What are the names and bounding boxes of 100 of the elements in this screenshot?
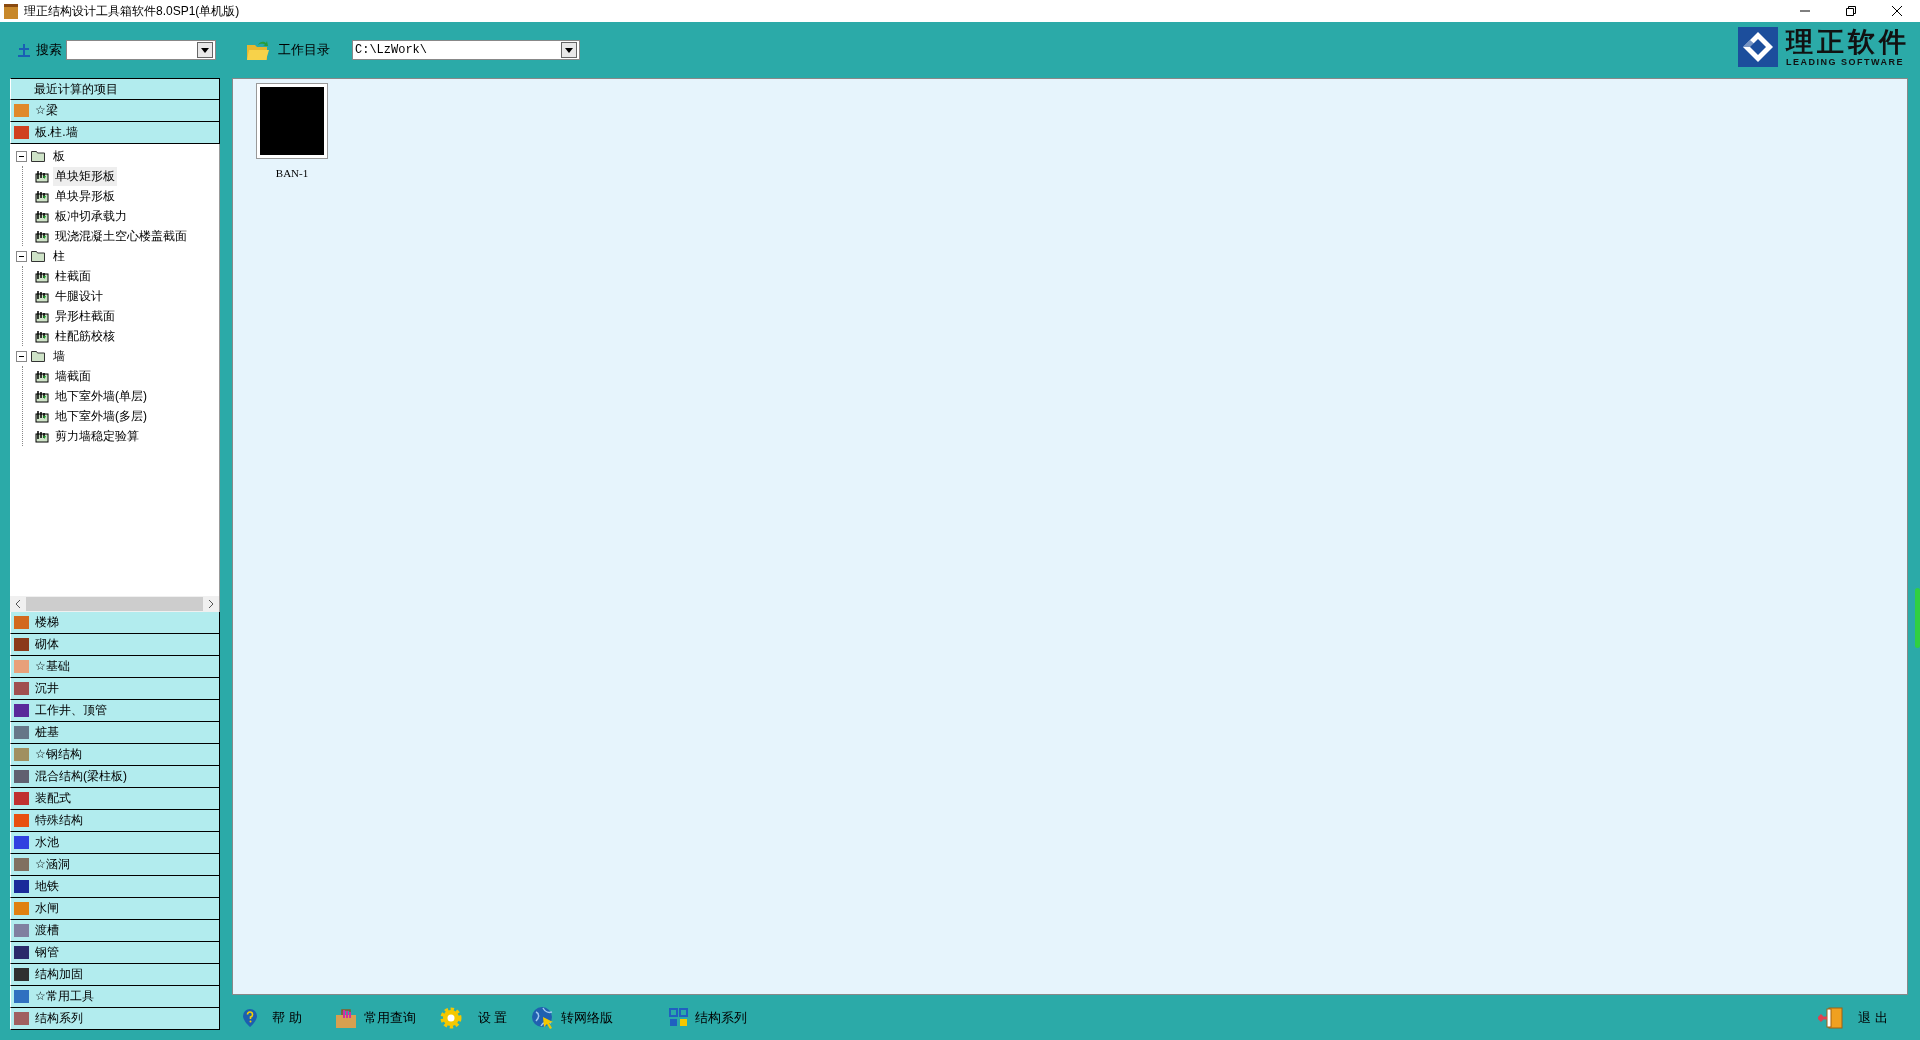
category-label: 装配式 xyxy=(35,790,71,807)
collapse-icon[interactable] xyxy=(16,150,27,162)
tree-item[interactable]: 地下室外墙(多层) xyxy=(53,406,149,426)
category-item[interactable]: 水池 xyxy=(10,832,220,854)
category-item[interactable]: ☆常用工具 xyxy=(10,986,220,1008)
tree-group[interactable]: 柱 xyxy=(51,246,67,266)
tree-item[interactable]: 柱配筋校核 xyxy=(53,326,117,346)
category-label: 渡槽 xyxy=(35,922,59,939)
category-item[interactable]: 地铁 xyxy=(10,876,220,898)
horizontal-scrollbar[interactable] xyxy=(10,596,219,612)
calculator-icon xyxy=(35,189,49,203)
category-icon xyxy=(14,770,29,783)
header-label: ☆梁 xyxy=(35,102,58,119)
collapse-icon[interactable] xyxy=(16,250,27,262)
category-label: 工作井、顶管 xyxy=(35,702,107,719)
workdir-field[interactable]: C:\LzWork\ xyxy=(352,40,580,60)
category-icon xyxy=(14,682,29,695)
tree-item[interactable]: 板冲切承载力 xyxy=(53,206,129,226)
tree-item[interactable]: 牛腿设计 xyxy=(53,286,105,306)
category-item[interactable]: ☆基础 xyxy=(10,656,220,678)
logo-icon xyxy=(1738,27,1778,67)
category-item[interactable]: 结构系列 xyxy=(10,1008,220,1030)
help-icon xyxy=(242,1007,258,1028)
button-label: 帮 助 xyxy=(272,1008,302,1027)
tree-item[interactable]: 单块矩形板 xyxy=(53,166,117,186)
calculator-icon xyxy=(35,269,49,283)
tree-item[interactable]: 剪力墙稳定验算 xyxy=(53,426,141,446)
category-item[interactable]: 砌体 xyxy=(10,634,220,656)
category-label: 特殊结构 xyxy=(35,812,83,829)
category-item[interactable]: 钢管 xyxy=(10,942,220,964)
folder-icon xyxy=(31,250,45,262)
header-label: 最近计算的项目 xyxy=(34,80,118,98)
category-item[interactable]: 沉井 xyxy=(10,678,220,700)
category-item[interactable]: 装配式 xyxy=(10,788,220,810)
bottom-button[interactable]: 转网络版 xyxy=(531,1005,614,1030)
category-icon xyxy=(14,902,29,915)
category-icon xyxy=(14,792,29,805)
tree-group[interactable]: 墙 xyxy=(51,346,67,366)
tree-item[interactable]: 异形柱截面 xyxy=(53,306,117,326)
category-item[interactable]: 工作井、顶管 xyxy=(10,700,220,722)
calculator-icon xyxy=(35,429,49,443)
scrollbar-thumb[interactable] xyxy=(26,597,203,611)
category-item[interactable]: 渡槽 xyxy=(10,920,220,942)
sidebar-header[interactable]: ☆梁 xyxy=(10,100,220,122)
category-label: ☆钢结构 xyxy=(35,746,82,763)
category-icon xyxy=(14,638,29,651)
collapse-icon[interactable] xyxy=(16,350,27,362)
category-item[interactable]: 楼梯 xyxy=(10,612,220,634)
calculator-icon xyxy=(35,209,49,223)
tree-item[interactable]: 柱截面 xyxy=(53,266,93,286)
category-label: 桩基 xyxy=(35,724,59,741)
calculator-icon xyxy=(35,309,49,323)
calculator-icon xyxy=(35,329,49,343)
category-item[interactable]: ☆钢结构 xyxy=(10,744,220,766)
exit-button[interactable]: 退 出 xyxy=(1818,1005,1888,1030)
category-label: 水闸 xyxy=(35,900,59,917)
bottom-button[interactable]: 结构系列 xyxy=(669,1007,748,1028)
tree-group[interactable]: 板 xyxy=(51,146,67,166)
category-icon xyxy=(14,748,29,761)
bottom-button[interactable]: 帮 助 xyxy=(242,1007,310,1028)
button-label: 退 出 xyxy=(1858,1008,1888,1027)
restore-icon[interactable] xyxy=(1845,5,1857,17)
category-label: 沉井 xyxy=(35,680,59,697)
category-item[interactable]: 混合结构(梁柱板) xyxy=(10,766,220,788)
category-item[interactable]: ☆涵洞 xyxy=(10,854,220,876)
category-icon xyxy=(14,968,29,981)
category-label: 楼梯 xyxy=(35,614,59,631)
category-icon xyxy=(14,1012,29,1025)
calculator-icon xyxy=(35,409,49,423)
category-icon xyxy=(14,704,29,717)
bottom-button[interactable]: 设 置 xyxy=(439,1006,508,1029)
calculator-icon xyxy=(35,389,49,403)
button-label: 转网络版 xyxy=(561,1008,614,1027)
file-name[interactable]: BAN-1 xyxy=(275,167,309,179)
sidebar-header[interactable]: 板.柱.墙 xyxy=(10,122,220,144)
category-item[interactable]: 水闸 xyxy=(10,898,220,920)
category-item[interactable]: 结构加固 xyxy=(10,964,220,986)
calculator-icon xyxy=(35,369,49,383)
close-icon[interactable] xyxy=(1891,5,1903,17)
tree-item[interactable]: 现浇混凝土空心楼盖截面 xyxy=(53,226,189,246)
category-label: 砌体 xyxy=(35,636,59,653)
category-icon xyxy=(14,726,29,739)
search-field[interactable] xyxy=(66,40,216,60)
calculator-icon xyxy=(35,229,49,243)
category-icon xyxy=(14,946,29,959)
logo-name: 理正软件 xyxy=(1786,27,1910,57)
bottom-button[interactable]: 常用查询 xyxy=(333,1006,416,1029)
tree-item[interactable]: 地下室外墙(单层) xyxy=(53,386,149,406)
category-item[interactable]: 桩基 xyxy=(10,722,220,744)
tree-item[interactable]: 墙截面 xyxy=(53,366,93,386)
sidebar-header[interactable]: 最近计算的项目 xyxy=(10,78,220,100)
file-thumbnail[interactable] xyxy=(256,83,328,159)
workdir-label: 工作目录 xyxy=(278,41,330,59)
category-item[interactable]: 特殊结构 xyxy=(10,810,220,832)
folder-icon xyxy=(31,150,45,162)
door-icon xyxy=(1818,1005,1845,1030)
category-label: 混合结构(梁柱板) xyxy=(35,768,127,785)
tree-item[interactable]: 单块异形板 xyxy=(53,186,117,206)
category-icon xyxy=(14,858,29,871)
button-label: 设 置 xyxy=(477,1008,508,1027)
